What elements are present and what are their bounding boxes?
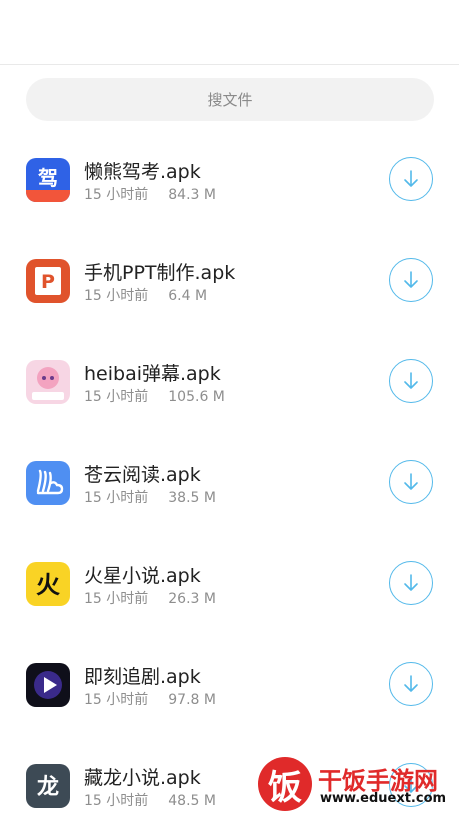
file-time: 15 小时前 <box>84 692 149 708</box>
file-name: 懒熊驾考.apk <box>84 161 201 183</box>
cangyun-reader-icon <box>26 461 70 505</box>
file-name: 手机PPT制作.apk <box>84 262 236 284</box>
svg-text:驾: 驾 <box>38 166 58 190</box>
file-name: 火星小说.apk <box>84 565 201 587</box>
svg-text:龙: 龙 <box>37 774 59 800</box>
download-arrow-icon <box>404 271 418 288</box>
search-placeholder: 搜文件 <box>207 91 253 109</box>
file-size: 6.4 M <box>168 288 208 304</box>
file-meta: 15 小时前 84.3 M <box>84 184 216 204</box>
list-item[interactable]: heibai弹幕.apk 15 小时前 105.6 M <box>0 332 459 433</box>
file-size: 26.3 M <box>168 591 216 607</box>
file-time: 15 小时前 <box>84 288 149 304</box>
svg-text:火: 火 <box>36 571 60 599</box>
file-name: 苍云阅读.apk <box>84 464 201 486</box>
file-meta: 15 小时前 38.5 M <box>84 487 216 507</box>
file-name: 即刻追剧.apk <box>84 666 201 688</box>
watermark-logo: 饭 <box>258 757 312 811</box>
list-item[interactable]: 即刻追剧.apk 15 小时前 97.8 M <box>0 635 459 736</box>
download-button[interactable] <box>389 460 433 504</box>
svg-text:P: P <box>41 271 55 293</box>
file-time: 15 小时前 <box>84 793 149 809</box>
file-size: 105.6 M <box>168 389 225 405</box>
download-arrow-icon <box>404 372 418 389</box>
file-size: 38.5 M <box>168 490 216 506</box>
download-arrow-icon <box>404 675 418 692</box>
download-button[interactable] <box>389 662 433 706</box>
site-watermark: 饭 干饭手游网 www.eduext.com <box>258 757 453 812</box>
file-meta: 15 小时前 48.5 M <box>84 790 216 810</box>
file-size: 84.3 M <box>168 187 216 203</box>
list-item[interactable]: 驾 懒熊驾考.apk 15 小时前 84.3 M <box>0 130 459 231</box>
ppt-maker-icon: P <box>26 259 70 303</box>
file-size: 97.8 M <box>168 692 216 708</box>
download-button[interactable] <box>389 359 433 403</box>
download-button[interactable] <box>389 258 433 302</box>
lanxiong-jiakao-icon: 驾 <box>26 158 70 202</box>
download-button[interactable] <box>389 561 433 605</box>
top-bar <box>0 0 459 65</box>
download-arrow-icon <box>404 170 418 187</box>
list-item[interactable]: P 手机PPT制作.apk 15 小时前 6.4 M <box>0 231 459 332</box>
file-meta: 15 小时前 105.6 M <box>84 386 225 406</box>
file-name: heibai弹幕.apk <box>84 363 221 385</box>
list-item[interactable]: 火 火星小说.apk 15 小时前 26.3 M <box>0 534 459 635</box>
file-time: 15 小时前 <box>84 490 149 506</box>
file-meta: 15 小时前 26.3 M <box>84 588 216 608</box>
huoxing-novel-icon: 火 <box>26 562 70 606</box>
download-arrow-icon <box>404 473 418 490</box>
file-time: 15 小时前 <box>84 389 149 405</box>
watermark-url: www.eduext.com <box>320 791 447 806</box>
download-button[interactable] <box>389 157 433 201</box>
file-time: 15 小时前 <box>84 187 149 203</box>
file-meta: 15 小时前 6.4 M <box>84 285 207 305</box>
search-input[interactable]: 搜文件 <box>26 78 434 121</box>
list-item[interactable]: 苍云阅读.apk 15 小时前 38.5 M <box>0 433 459 534</box>
file-meta: 15 小时前 97.8 M <box>84 689 216 709</box>
file-time: 15 小时前 <box>84 591 149 607</box>
file-name: 藏龙小说.apk <box>84 767 201 789</box>
file-size: 48.5 M <box>168 793 216 809</box>
canglong-novel-icon: 龙 <box>26 764 70 808</box>
file-list: 驾 懒熊驾考.apk 15 小时前 84.3 M P 手机PPT制作.apk 15… <box>0 130 459 837</box>
jike-drama-icon <box>26 663 70 707</box>
download-arrow-icon <box>404 574 418 591</box>
heibai-danmu-icon <box>26 360 70 404</box>
